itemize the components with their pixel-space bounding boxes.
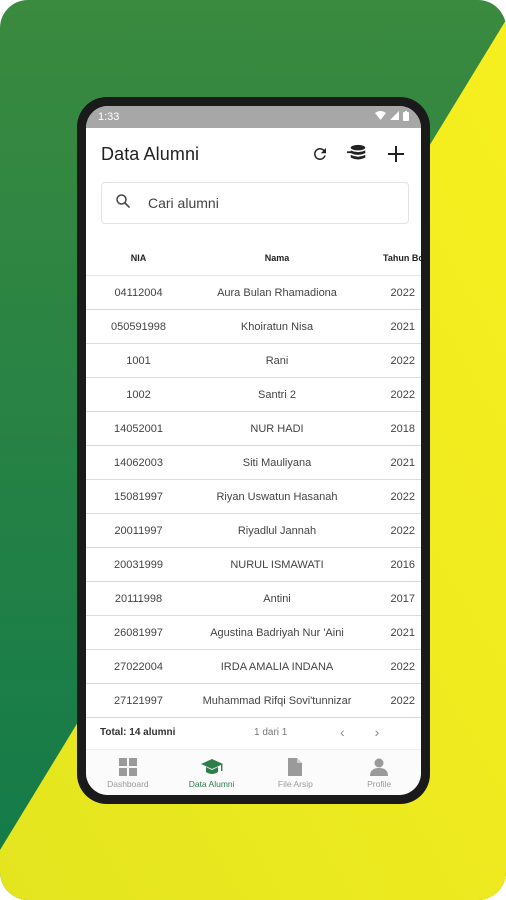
table-row[interactable]: 14062003 Siti Mauliyana 2021 xyxy=(86,446,421,480)
wifi-icon xyxy=(375,111,386,123)
database-icon[interactable] xyxy=(347,143,369,165)
nav-label-profile: Profile xyxy=(367,778,392,789)
nav-item-profile[interactable]: Profile xyxy=(337,750,421,795)
cell-tahun: 2021 xyxy=(390,320,415,333)
page-indicator: 1 dari 1 xyxy=(254,726,288,738)
cell-nama: Muhammad Rifqi Sovi'tunnizar xyxy=(202,694,352,707)
table-row[interactable]: 15081997 Riyan Uswatun Hasanah 2022 xyxy=(86,480,421,514)
table-body: 04112004 Aura Bulan Rhamadiona 2022 0505919… xyxy=(86,276,421,718)
refresh-icon[interactable] xyxy=(309,143,331,165)
cell-nia: 27022004 xyxy=(114,660,163,673)
cell-nama: NURUL ISMAWATI xyxy=(230,558,324,571)
table-row[interactable]: 1001 Rani 2022 xyxy=(86,344,421,378)
column-header-nama[interactable]: Nama xyxy=(183,253,371,263)
table-row[interactable]: 20011997 Riyadlul Jannah 2022 xyxy=(86,514,421,548)
cell-nia: 20111998 xyxy=(114,592,163,605)
table-row[interactable]: 20111998 Antini 2017 xyxy=(86,582,421,616)
cell-nama: Aura Bulan Rhamadiona xyxy=(217,286,337,299)
cell-nama: Santri 2 xyxy=(258,388,296,401)
table-row[interactable]: 27121997 Muhammad Rifqi Sovi'tunnizar 2022 xyxy=(86,684,421,718)
table-row[interactable]: 20031999 NURUL ISMAWATI 2016 xyxy=(86,548,421,582)
graduation-cap-icon xyxy=(200,757,223,777)
cell-nia: 04112004 xyxy=(114,286,163,299)
cell-tahun: 2021 xyxy=(390,626,415,639)
app-screen: 1:33 Data Alumni Cari alumni NIA Nama Ta… xyxy=(86,106,421,795)
battery-icon xyxy=(403,110,409,124)
cell-tahun: 2018 xyxy=(390,422,415,435)
app-bar: Data Alumni xyxy=(86,128,421,180)
chevron-right-icon[interactable]: › xyxy=(375,724,380,740)
table-row[interactable]: 26081997 Agustina Badriyah Nur 'Aini 2021 xyxy=(86,616,421,650)
cell-nia: 20031999 xyxy=(114,558,163,571)
cell-tahun: 2022 xyxy=(390,694,415,707)
cell-tahun: 2017 xyxy=(390,592,415,605)
cell-nama: Riyadlul Jannah xyxy=(237,524,317,537)
bottom-navigation: Dashboard Data Alumni File Arsip Profile xyxy=(86,749,421,795)
table-header: NIA Nama Tahun Boyo xyxy=(86,240,421,276)
search-input[interactable] xyxy=(148,195,348,211)
person-icon xyxy=(370,757,389,777)
nav-label-dashboard: Dashboard xyxy=(107,778,149,789)
cell-nia: 27121997 xyxy=(114,694,163,707)
cell-nia: 14062003 xyxy=(114,456,163,469)
add-icon[interactable] xyxy=(385,143,407,165)
cell-tahun: 2022 xyxy=(390,490,415,503)
cell-nama: IRDA AMALIA INDANA xyxy=(220,660,334,673)
table-row[interactable]: 1002 Santri 2 2022 xyxy=(86,378,421,412)
cell-tahun: 2016 xyxy=(390,558,415,571)
table-row[interactable]: 27022004 IRDA AMALIA INDANA 2022 xyxy=(86,650,421,684)
cell-nia: 14052001 xyxy=(114,422,163,435)
cell-tahun: 2022 xyxy=(390,388,415,401)
cell-nama: Rani xyxy=(265,354,289,367)
table-row[interactable]: 14052001 NUR HADI 2018 xyxy=(86,412,421,446)
status-time: 1:33 xyxy=(98,111,120,123)
cell-nia: 1002 xyxy=(126,388,151,401)
alumni-table: NIA Nama Tahun Boyo 04112004 Aura Bulan R… xyxy=(86,240,421,718)
nav-label-data-alumni: Data Alumni xyxy=(188,778,235,789)
nav-label-file-arsip: File Arsip xyxy=(277,778,313,789)
cell-nama: Khoiratun Nisa xyxy=(240,320,314,333)
cell-nama: Agustina Badriyah Nur 'Aini xyxy=(210,626,344,639)
cell-nia: 20011997 xyxy=(114,524,163,537)
search-box[interactable] xyxy=(101,182,409,224)
chevron-left-icon[interactable]: ‹ xyxy=(340,724,345,740)
cell-nia: 15081997 xyxy=(114,490,163,503)
phone-frame: 1:33 Data Alumni Cari alumni NIA Nama Ta… xyxy=(77,97,430,804)
cell-nia: 26081997 xyxy=(114,626,163,639)
nav-item-file-arsip[interactable]: File Arsip xyxy=(254,750,338,795)
table-footer: Total: 14 alumni 1 dari 1 ‹ › xyxy=(86,714,421,750)
total-count: Total: 14 alumni xyxy=(100,726,176,738)
nav-item-data-alumni[interactable]: Data Alumni xyxy=(170,750,254,795)
cell-nama: Riyan Uswatun Hasanah xyxy=(216,490,338,503)
file-icon xyxy=(288,757,303,777)
cell-nama: NUR HADI xyxy=(250,422,304,435)
table-row[interactable]: 050591998 Khoiratun Nisa 2021 xyxy=(86,310,421,344)
column-header-nia[interactable]: NIA xyxy=(86,253,183,263)
cell-nia: 1001 xyxy=(126,354,151,367)
signal-icon xyxy=(390,111,399,123)
cell-tahun: 2021 xyxy=(390,456,415,469)
cell-tahun: 2022 xyxy=(390,354,415,367)
table-row[interactable]: 04112004 Aura Bulan Rhamadiona 2022 xyxy=(86,276,421,310)
column-header-tahun[interactable]: Tahun Boyo xyxy=(371,253,421,263)
cell-nama: Siti Mauliyana xyxy=(242,456,312,469)
cell-tahun: 2022 xyxy=(390,286,415,299)
cell-nia: 050591998 xyxy=(110,320,167,333)
status-bar: 1:33 xyxy=(86,106,421,128)
search-icon xyxy=(116,193,131,213)
grid-icon xyxy=(118,757,137,777)
page-title: Data Alumni xyxy=(101,143,200,164)
cell-tahun: 2022 xyxy=(390,524,415,537)
cell-tahun: 2022 xyxy=(390,660,415,673)
nav-item-dashboard[interactable]: Dashboard xyxy=(86,750,170,795)
cell-nama: Antini xyxy=(263,592,291,605)
